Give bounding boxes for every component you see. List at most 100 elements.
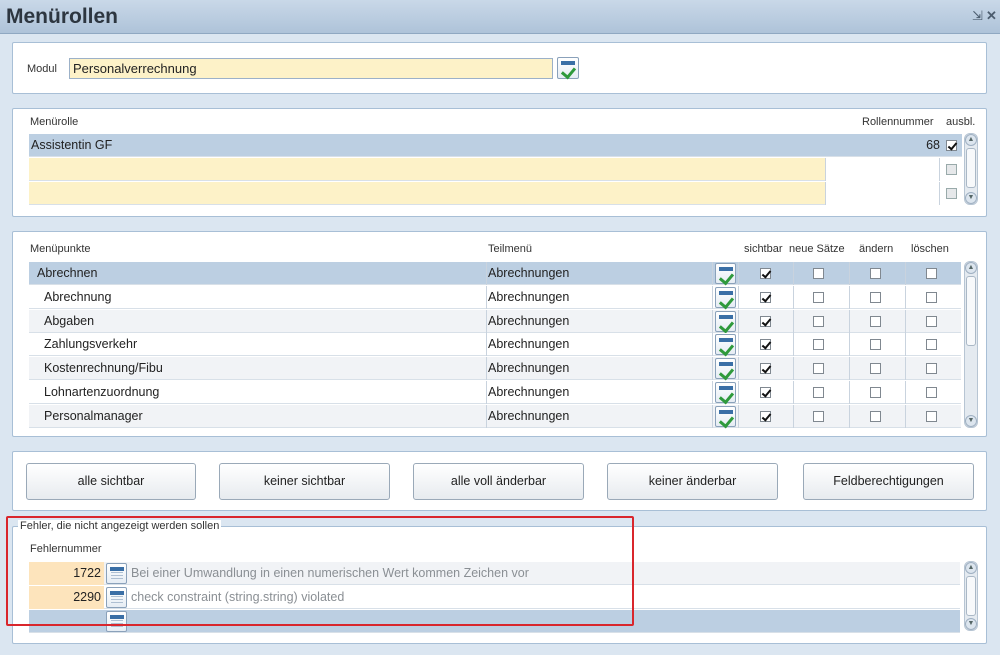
menupunkt-name: Abgaben: [44, 314, 95, 328]
ausbl-checkbox[interactable]: [946, 140, 957, 151]
calendar-check-icon[interactable]: [557, 57, 579, 79]
scroll-down-icon[interactable]: ▼: [965, 192, 977, 204]
loeschen-checkbox[interactable]: [926, 316, 937, 327]
calendar-check-icon[interactable]: [715, 334, 736, 355]
menupunkte-header: Menüpunkte: [30, 243, 91, 255]
alle-sichtbar-button[interactable]: alle sichtbar: [26, 463, 196, 500]
menurolle-row[interactable]: Assistentin GF 68: [29, 134, 962, 157]
menurolle-row[interactable]: [29, 182, 962, 205]
menupunkt-name: Abrechnung: [44, 290, 112, 304]
modul-input[interactable]: Personalverrechnung: [69, 58, 553, 79]
menupunkt-name: Kostenrechnung/Fibu: [44, 361, 163, 375]
menupunkt-row[interactable]: Personalmanager Abrechnungen: [29, 405, 961, 428]
loeschen-checkbox[interactable]: [926, 339, 937, 350]
calendar-check-icon[interactable]: [715, 311, 736, 332]
neue-saetze-checkbox[interactable]: [813, 316, 824, 327]
aendern-checkbox[interactable]: [870, 387, 881, 398]
neue-saetze-checkbox[interactable]: [813, 411, 824, 422]
alle-voll-aenderbar-button[interactable]: alle voll änderbar: [413, 463, 584, 500]
menupunkt-row[interactable]: Abrechnen Abrechnungen: [29, 262, 961, 285]
teilmenu-name: Abrechnungen: [488, 266, 570, 280]
rollennummer: 68: [926, 138, 940, 152]
keiner-aenderbar-button[interactable]: keiner änderbar: [607, 463, 778, 500]
menupunkte-scrollbar[interactable]: ▲ ▼: [964, 261, 978, 428]
teilmenu-name: Abrechnungen: [488, 337, 570, 351]
loeschen-checkbox[interactable]: [926, 292, 937, 303]
scroll-up-icon[interactable]: ▲: [965, 134, 977, 146]
sichtbar-checkbox[interactable]: [760, 316, 771, 327]
calendar-check-icon[interactable]: [715, 382, 736, 403]
teilmenu-name: Abrechnungen: [488, 314, 570, 328]
calendar-check-icon[interactable]: [715, 358, 736, 379]
scroll-down-icon[interactable]: ▼: [965, 618, 977, 630]
fehler-scrollbar[interactable]: ▲ ▼: [964, 561, 978, 631]
rollennummer-header: Rollennummer: [862, 116, 934, 128]
ausbl-checkbox[interactable]: [946, 164, 957, 175]
loeschen-checkbox[interactable]: [926, 411, 937, 422]
aendern-checkbox[interactable]: [870, 292, 881, 303]
menupunkt-row[interactable]: Abrechnung Abrechnungen: [29, 286, 961, 309]
menupunkt-name: Lohnartenzuordnung: [44, 385, 160, 399]
calendar-check-icon[interactable]: [715, 287, 736, 308]
neue-saetze-checkbox[interactable]: [813, 292, 824, 303]
menupunkt-row[interactable]: Abgaben Abrechnungen: [29, 310, 961, 333]
loeschen-checkbox[interactable]: [926, 387, 937, 398]
window-title: Menürollen: [6, 5, 119, 28]
menupunkt-row[interactable]: Lohnartenzuordnung Abrechnungen: [29, 381, 961, 404]
teilmenu-name: Abrechnungen: [488, 409, 570, 423]
menurolle-scrollbar[interactable]: ▲ ▼: [964, 133, 978, 205]
teilmenu-name: Abrechnungen: [488, 361, 570, 375]
scroll-thumb[interactable]: [966, 276, 976, 346]
menupunkt-row[interactable]: Kostenrechnung/Fibu Abrechnungen: [29, 357, 961, 380]
neue-saetze-checkbox[interactable]: [813, 387, 824, 398]
scroll-thumb[interactable]: [966, 576, 976, 616]
sichtbar-checkbox[interactable]: [760, 411, 771, 422]
aendern-checkbox[interactable]: [870, 363, 881, 374]
calendar-check-icon[interactable]: [715, 263, 736, 284]
rollennummer-input[interactable]: [826, 158, 939, 181]
neue-saetze-checkbox[interactable]: [813, 339, 824, 350]
menupunkt-name: Zahlungsverkehr: [44, 337, 138, 351]
minimize-icon[interactable]: ⇲: [972, 8, 983, 24]
title-bar: Menürollen ⇲ ✕: [0, 0, 1000, 34]
loeschen-checkbox[interactable]: [926, 363, 937, 374]
neue-saetze-checkbox[interactable]: [813, 363, 824, 374]
scroll-up-icon[interactable]: ▲: [965, 562, 977, 574]
sichtbar-checkbox[interactable]: [760, 387, 771, 398]
scroll-down-icon[interactable]: ▼: [965, 415, 977, 427]
feldberechtigungen-button[interactable]: Feldberechtigungen: [803, 463, 974, 500]
menurolle-header: Menürolle: [30, 116, 79, 128]
sichtbar-checkbox[interactable]: [760, 292, 771, 303]
scroll-up-icon[interactable]: ▲: [965, 262, 977, 274]
menurolle-name: Assistentin GF: [31, 138, 113, 152]
keiner-sichtbar-button[interactable]: keiner sichtbar: [219, 463, 390, 500]
aendern-checkbox[interactable]: [870, 316, 881, 327]
aendern-checkbox[interactable]: [870, 268, 881, 279]
loeschen-header: löschen: [911, 243, 949, 255]
menurolle-name[interactable]: [31, 158, 821, 181]
menupunkt-name: Abrechnen: [37, 266, 98, 280]
highlight-box: [6, 516, 634, 626]
sichtbar-checkbox[interactable]: [760, 268, 771, 279]
loeschen-checkbox[interactable]: [926, 268, 937, 279]
teilmenu-name: Abrechnungen: [488, 385, 570, 399]
aendern-checkbox[interactable]: [870, 339, 881, 350]
sichtbar-checkbox[interactable]: [760, 339, 771, 350]
rollennummer-input[interactable]: [826, 182, 939, 205]
menupunkt-row[interactable]: Zahlungsverkehr Abrechnungen: [29, 333, 961, 356]
teilmenu-header: Teilmenü: [488, 243, 533, 255]
aendern-header: ändern: [859, 243, 894, 255]
neue-saetze-checkbox[interactable]: [813, 268, 824, 279]
ausbl-header: ausbl.: [946, 116, 976, 128]
neue-saetze-header: neue Sätze: [789, 243, 845, 255]
sichtbar-checkbox[interactable]: [760, 363, 771, 374]
menurolle-row[interactable]: [29, 158, 962, 181]
close-icon[interactable]: ✕: [986, 8, 997, 24]
ausbl-checkbox[interactable]: [946, 188, 957, 199]
calendar-check-icon[interactable]: [715, 406, 736, 427]
menurolle-name[interactable]: [31, 182, 821, 205]
modul-label: Modul: [27, 63, 57, 75]
aendern-checkbox[interactable]: [870, 411, 881, 422]
sichtbar-header: sichtbar: [744, 243, 783, 255]
scroll-thumb[interactable]: [966, 148, 976, 188]
